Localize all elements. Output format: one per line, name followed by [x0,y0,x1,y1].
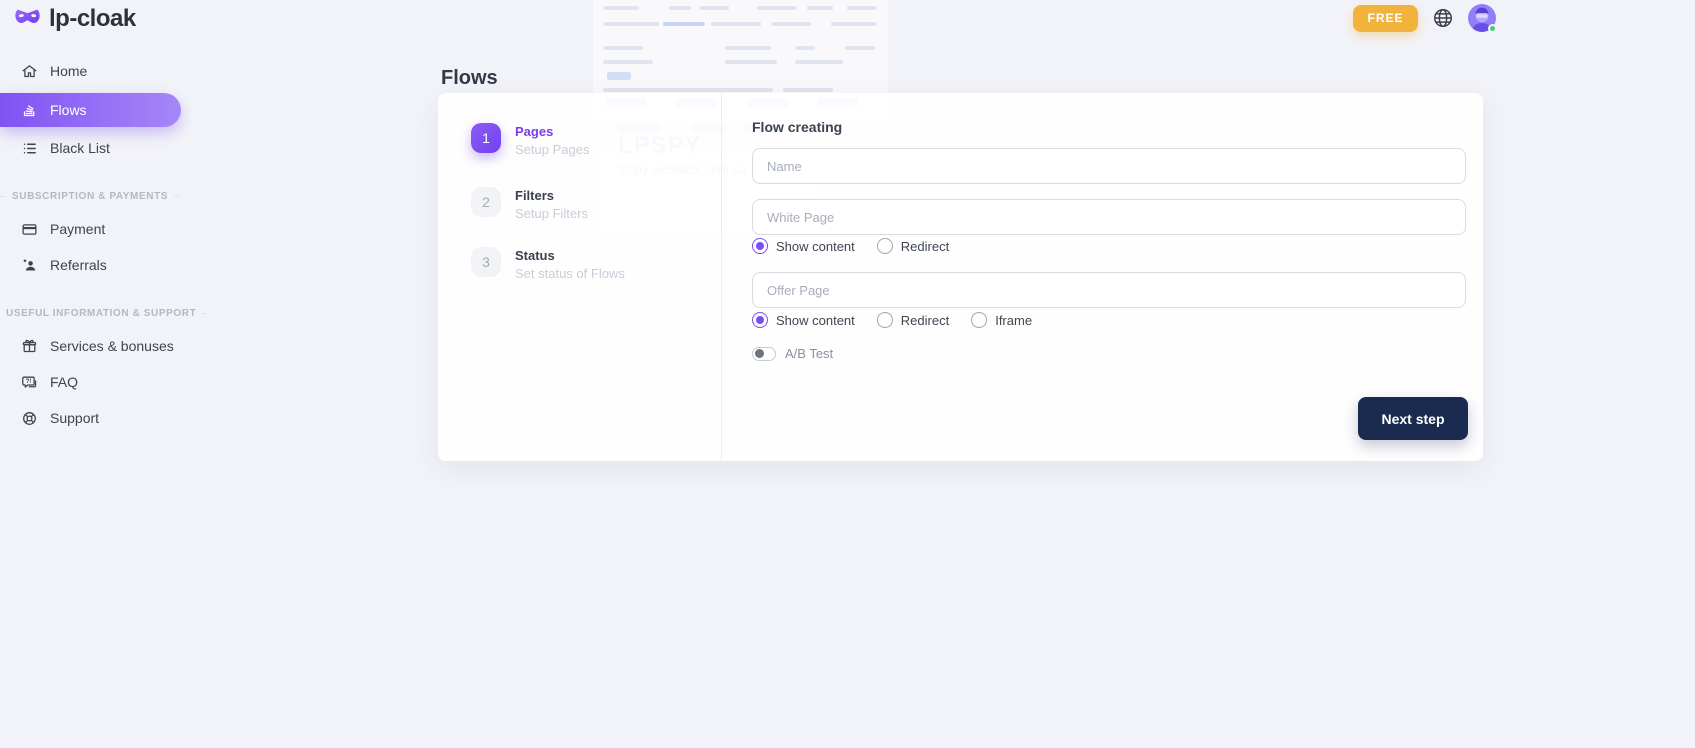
name-input[interactable] [752,148,1466,184]
next-step-button[interactable]: Next step [1358,397,1468,440]
step-subtitle: Setup Pages [515,142,589,157]
radio-label: Show content [776,239,855,254]
sidebar-item-label: Referrals [50,257,107,273]
step-number-badge: 2 [471,187,501,217]
wizard-step-pages[interactable]: 1 Pages Setup Pages [471,123,589,157]
wizard-step-filters[interactable]: 2 Filters Setup Filters [471,187,588,221]
referral-user-icon [20,256,38,274]
flows-icon [20,101,38,119]
plan-badge-button[interactable]: FREE [1353,5,1418,32]
svg-text:?!: ?! [25,379,31,385]
sidebar-item-faq[interactable]: ?! FAQ [0,368,181,396]
radio-dot [752,238,768,254]
topbar: FREE [1353,4,1496,32]
sidebar-item-label: Black List [50,140,110,156]
brand-logo[interactable]: lp-cloak [14,5,136,33]
radio-label: Show content [776,313,855,328]
step-title: Filters [515,188,588,203]
offer-page-input[interactable] [752,272,1466,308]
ab-test-toggle-row[interactable]: A/B Test [752,346,833,361]
radio-dot [877,312,893,328]
page-title: Flows [441,67,498,90]
brand-name: lp-cloak [49,5,136,33]
online-status-dot [1488,24,1497,33]
gift-icon [20,337,38,355]
sidebar-item-black-list[interactable]: Black List [0,134,181,162]
white-page-input[interactable] [752,199,1466,235]
sidebar-section-subscription: SUBSCRIPTION & PAYMENTS [0,188,181,204]
wizard-step-status[interactable]: 3 Status Set status of Flows [471,247,625,281]
sidebar-section-support: USEFUL INFORMATION & SUPPORT [0,305,181,321]
sidebar-item-label: Support [50,410,99,426]
toggle-knob [755,349,764,358]
sidebar-item-services-bonuses[interactable]: Services & bonuses [0,332,181,360]
sidebar-item-label: FAQ [50,374,78,390]
list-icon [20,139,38,157]
faq-chat-icon: ?! [20,373,38,391]
step-subtitle: Set status of Flows [515,266,625,281]
flow-creating-card: 1 Pages Setup Pages 2 Filters Setup Filt… [438,93,1483,461]
radio-label: Redirect [901,313,949,328]
ab-test-toggle[interactable] [752,347,776,361]
radio-dot [752,312,768,328]
card-divider [721,93,722,461]
ghost-button [607,72,631,80]
offer-page-redirect-radio[interactable]: Redirect [877,312,949,328]
white-page-show-content-radio[interactable]: Show content [752,238,855,254]
sidebar-item-payment[interactable]: Payment [0,215,181,243]
sidebar-item-label: Services & bonuses [50,338,174,354]
lifebuoy-icon [20,409,38,427]
app-root: LPSPY lpspy.webstick.com.ua lp-cloak Hom… [0,0,1695,748]
globe-icon[interactable] [1432,7,1454,29]
radio-dot [877,238,893,254]
form-title: Flow creating [752,119,842,135]
offer-page-show-content-radio[interactable]: Show content [752,312,855,328]
sidebar-item-label: Home [50,63,87,79]
step-title: Pages [515,124,589,139]
sidebar-item-home[interactable]: Home [0,57,181,85]
home-icon [20,62,38,80]
offer-page-mode-group: Show content Redirect Iframe [752,312,1032,328]
offer-page-iframe-radio[interactable]: Iframe [971,312,1032,328]
sidebar-item-support[interactable]: Support [0,404,181,432]
credit-card-icon [20,220,38,238]
sidebar-item-label: Flows [50,102,87,118]
mask-icon [14,6,41,33]
user-avatar[interactable] [1468,4,1496,32]
white-page-redirect-radio[interactable]: Redirect [877,238,949,254]
step-number-badge: 3 [471,247,501,277]
ab-test-label: A/B Test [785,346,833,361]
step-title: Status [515,248,625,263]
sidebar: Home Flows Black List SUBSCRIPTION & PAY… [0,57,181,440]
white-page-mode-group: Show content Redirect [752,238,949,254]
sidebar-item-label: Payment [50,221,105,237]
sidebar-item-referrals[interactable]: Referrals [0,251,181,279]
radio-label: Redirect [901,239,949,254]
step-subtitle: Setup Filters [515,206,588,221]
radio-dot [971,312,987,328]
radio-label: Iframe [995,313,1032,328]
step-number-badge: 1 [471,123,501,153]
sidebar-item-flows[interactable]: Flows [0,93,181,127]
